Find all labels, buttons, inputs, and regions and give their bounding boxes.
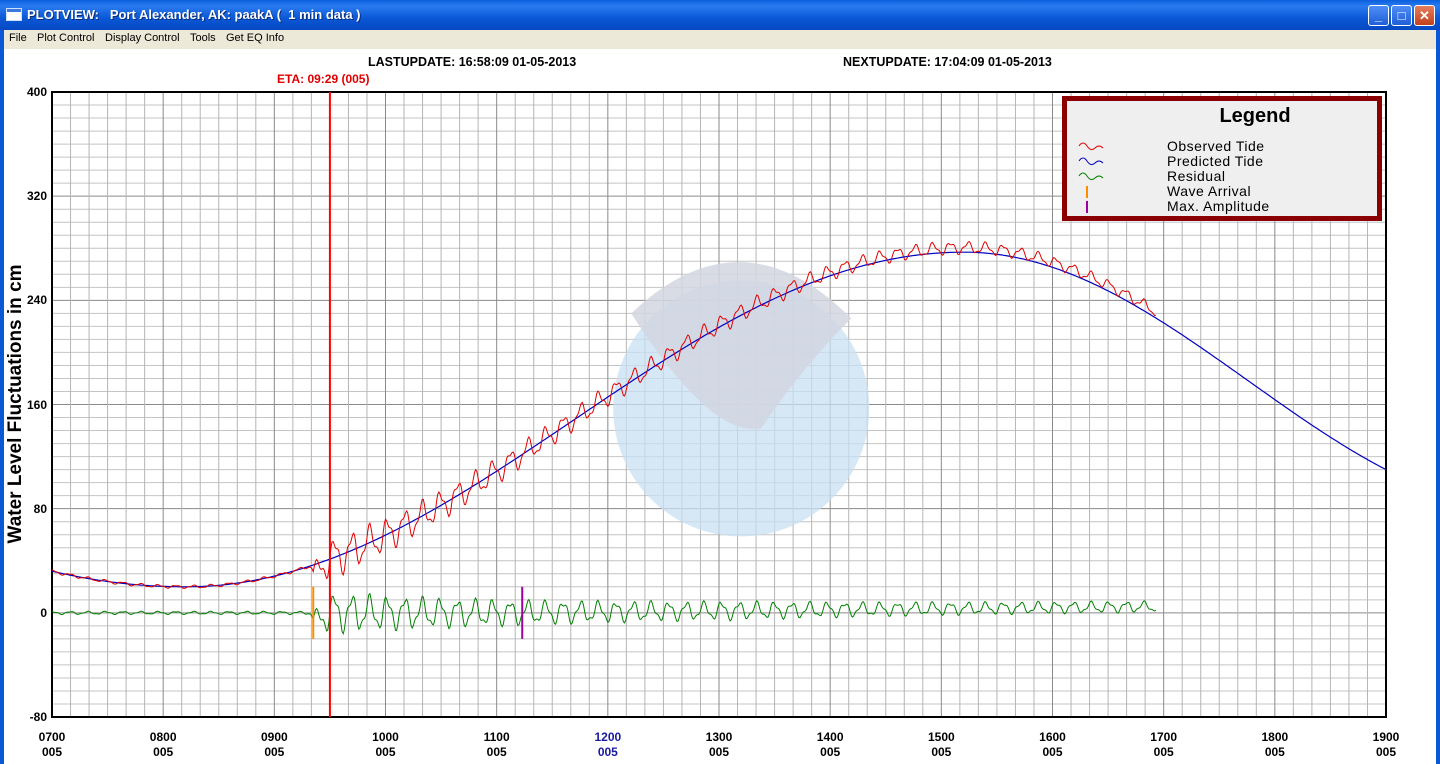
legend-box: Legend Observed Tide Predicted Tide Residu… [1062,96,1382,221]
x-tick-time: 1000 [372,730,399,744]
x-tick-time: 0900 [260,730,288,744]
legend-wave-icon [1078,142,1104,151]
legend-wave-icon [1078,172,1104,181]
x-tick-label: 1900 005 [1356,730,1416,760]
legend-item-label: Residual [1167,168,1226,184]
x-tick-day: 005 [1042,745,1063,759]
x-tick-day: 005 [931,745,952,759]
x-tick-time: 0700 [38,730,66,744]
legend-wave-icon [1078,157,1104,166]
x-tick-day: 005 [1264,745,1285,759]
x-tick-label: 1400 005 [800,730,860,760]
legend-title: Legend [1219,105,1291,127]
x-tick-time: 0800 [149,730,177,744]
x-tick-label: 0700 005 [22,730,82,760]
x-tick-label: 0900 005 [244,730,304,760]
legend-item-label: Observed Tide [1167,138,1265,154]
x-tick-day: 005 [1153,745,1174,759]
y-tick-label: 400 [26,85,47,99]
x-tick-time: 1300 [705,730,733,744]
y-tick-label: -80 [29,710,47,724]
x-tick-label: 1800 005 [1245,730,1305,760]
y-tick-label: 240 [26,293,47,308]
x-tick-label: 1500 005 [911,730,971,760]
x-tick-day: 005 [264,745,285,759]
x-tick-label: 1100 005 [467,730,527,760]
x-tick-time: 1700 [1150,730,1177,744]
x-tick-day: 005 [153,745,174,759]
x-tick-day: 005 [41,745,63,759]
legend-bar-icon [1086,201,1088,213]
x-tick-day: 005 [708,745,730,759]
x-tick-time: 1600 [1039,730,1066,744]
legend-item-label: Wave Arrival [1167,183,1252,199]
y-tick-label: 0 [40,605,47,620]
legend-item-label: Predicted Tide [1167,153,1264,169]
x-tick-time: 1900 [1372,730,1400,744]
x-tick-day: 005 [1375,745,1397,759]
x-tick-day: 005 [820,745,841,759]
x-tick-label: 1600 005 [1023,730,1083,760]
x-tick-time: 1400 [816,730,844,744]
x-tick-day: 005 [486,745,507,759]
y-tick-label: 160 [26,397,47,412]
y-tick-label: 80 [33,501,47,516]
x-tick-day: 005 [597,745,618,759]
legend-item-label: Max. Amplitude [1167,198,1270,214]
x-tick-time: 1100 [483,730,510,744]
x-tick-time: 1200 [594,730,622,744]
x-tick-label: 0800 005 [133,730,193,760]
x-tick-time: 1500 [927,730,955,744]
x-tick-time: 1800 [1261,730,1289,744]
x-tick-label: 1200 005 [578,730,638,760]
x-tick-label: 1700 005 [1134,730,1194,760]
x-tick-day: 005 [375,745,396,759]
legend-bar-icon [1086,186,1088,198]
y-tick-label: 320 [26,189,47,204]
x-tick-label: 1300 005 [689,730,749,760]
x-tick-label: 1000 005 [356,730,416,760]
observed-tide-line [51,240,1156,589]
